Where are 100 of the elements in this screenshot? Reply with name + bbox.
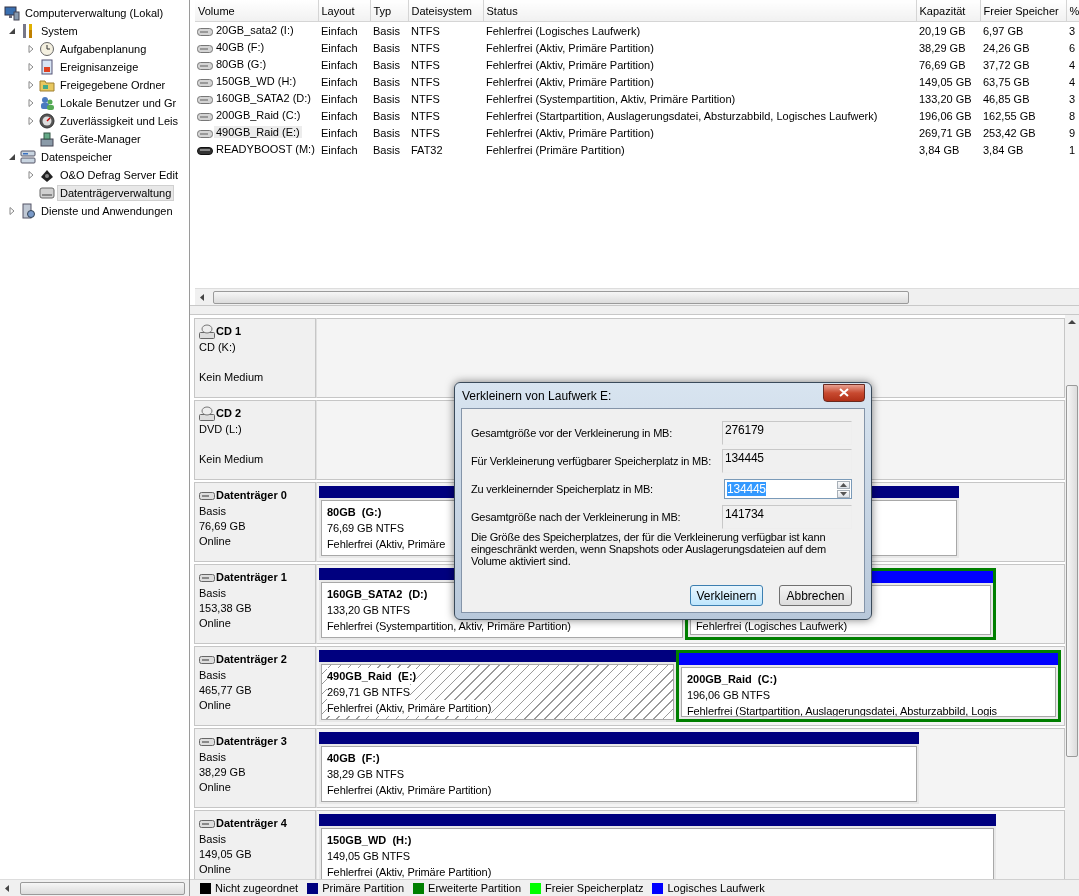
collapsed-arrow-icon[interactable] (27, 45, 35, 53)
table-cell[interactable]: READYBOOST (M:) (214, 143, 317, 156)
tree-item[interactable]: Aufgabenplanung (57, 41, 150, 57)
partition-size: 76,69 GB NTFS (327, 521, 404, 536)
collapsed-arrow-icon[interactable] (27, 99, 35, 107)
table-cell: Einfach (321, 109, 358, 122)
drive-icon (199, 817, 215, 829)
tree-item[interactable]: O&O Defrag Server Edit (57, 167, 181, 183)
spin-down-button[interactable] (837, 489, 850, 498)
table-cell: Basis (373, 92, 400, 105)
collapsed-arrow-icon[interactable] (27, 171, 35, 179)
partition-status: Fehlerfrei (Aktiv, Primäre (327, 537, 446, 552)
table-cell[interactable]: 40GB (F:) (214, 41, 267, 54)
table-cell: Basis (373, 126, 400, 139)
down-arrow-icon (840, 491, 847, 496)
table-cell[interactable]: 150GB_WD (H:) (214, 75, 299, 88)
tree-item[interactable]: Lokale Benutzer und Gr (57, 95, 180, 111)
services-icon (20, 203, 36, 219)
column-header[interactable]: Volume (198, 4, 235, 17)
tree-item[interactable]: Geräte-Manager (57, 131, 144, 147)
spin-up-button[interactable] (837, 480, 850, 489)
tree-item[interactable]: System (38, 23, 81, 39)
disk-size: 465,77 GB (199, 683, 253, 698)
drive-icon (197, 43, 213, 54)
tree-item[interactable]: Computerverwaltung (Lokal) (22, 5, 167, 21)
partition-size: 196,06 GB NTFS (686, 688, 770, 703)
partition-label: 490GB_Raid (E:) (327, 668, 417, 684)
table-cell: Einfach (321, 143, 358, 156)
scroll-thumb[interactable] (20, 882, 185, 895)
table-cell: Basis (373, 75, 400, 88)
field-label: Gesamtgröße nach der Verkleinerung in MB: (471, 511, 681, 523)
close-button[interactable] (823, 383, 865, 402)
table-cell[interactable]: 160GB_SATA2 (D:) (214, 92, 313, 105)
table-cell: 4 (1069, 75, 1076, 88)
table-cell: 3 (1069, 92, 1076, 105)
removable-drive-icon (197, 145, 213, 156)
collapsed-arrow-icon[interactable] (27, 81, 35, 89)
field-label: Zu verkleinernder Speicherplatz in MB: (471, 483, 653, 495)
table-cell: 6,97 GB (983, 24, 1024, 37)
expanded-arrow-icon[interactable] (8, 27, 16, 35)
collapsed-arrow-icon[interactable] (27, 63, 35, 71)
value-field: 134445 (722, 449, 852, 473)
table-cell: 162,55 GB (983, 109, 1036, 122)
disk-name: Datenträger 0 (216, 489, 287, 501)
value-field: 141734 (722, 505, 852, 529)
partition-label: 80GB (G:) (327, 505, 382, 520)
table-cell: 133,20 GB (919, 92, 972, 105)
collapsed-arrow-icon[interactable] (8, 207, 16, 215)
horizontal-scrollbar[interactable] (0, 879, 189, 896)
table-cell: Basis (373, 109, 400, 122)
partition-status: Fehlerfrei (Aktiv, Primäre Partition) (327, 783, 492, 798)
table-cell: 3,84 GB (919, 143, 960, 156)
disk-type: Basis (199, 586, 227, 601)
tree-item[interactable]: Dienste und Anwendungen (38, 203, 176, 219)
disk-drive: CD (K:) (199, 340, 237, 355)
collapsed-arrow-icon[interactable] (27, 117, 35, 125)
legend-label: Nicht zugeordnet (215, 882, 299, 894)
up-arrow-icon (840, 482, 847, 487)
table-cell: Basis (373, 41, 400, 54)
table-cell: NTFS (411, 92, 440, 105)
table-cell: 3,84 GB (983, 143, 1024, 156)
drive-icon (197, 26, 213, 37)
table-cell: 38,29 GB (919, 41, 966, 54)
table-cell[interactable]: 80GB (G:) (214, 58, 269, 71)
table-cell: Basis (373, 58, 400, 71)
table-cell: Fehlerfrei (Logisches Laufwerk) (486, 24, 641, 37)
table-cell: NTFS (411, 41, 440, 54)
partition-label: 150GB_WD (H:) (327, 833, 412, 848)
vertical-scrollbar[interactable] (1065, 315, 1079, 879)
scroll-thumb[interactable] (213, 291, 909, 304)
disk-status: Online (199, 862, 232, 877)
dialog-button[interactable]: Abbrechen (779, 585, 852, 606)
column-header[interactable]: Status (486, 4, 518, 17)
tree-item[interactable]: Datenspeicher (38, 149, 115, 165)
tree-item[interactable]: Zuverlässigkeit und Leis (57, 113, 181, 129)
dialog-title: Verkleinern von Laufwerk E: (462, 388, 612, 403)
tree-item[interactable]: Ereignisanzeige (57, 59, 142, 75)
disk-name: Datenträger 3 (216, 735, 287, 747)
drive-icon (199, 735, 215, 747)
drive-icon (199, 571, 215, 583)
table-cell[interactable]: 20GB_sata2 (I:) (214, 24, 296, 37)
table-cell: Fehlerfrei (Startpartition, Auslagerungsdatei, Absturzabbild, Logisches Laufwerk) (486, 109, 878, 122)
disk-size: 149,05 GB (199, 847, 253, 862)
table-cell[interactable]: 200GB_Raid (C:) (214, 109, 303, 122)
gauge-icon (39, 113, 55, 129)
expanded-arrow-icon[interactable] (8, 153, 16, 161)
table-cell: 9 (1069, 126, 1076, 139)
horizontal-scrollbar[interactable] (195, 288, 1079, 305)
clock-icon (39, 41, 55, 57)
table-cell: Einfach (321, 75, 358, 88)
table-cell: Einfach (321, 24, 358, 37)
drive-icon (197, 94, 213, 105)
close-icon (839, 388, 849, 397)
table-cell: 24,26 GB (983, 41, 1030, 54)
tree-item[interactable]: Freigegebene Ordner (57, 77, 169, 93)
dialog-button[interactable]: Verkleinern (690, 585, 763, 606)
table-cell: Einfach (321, 58, 358, 71)
scroll-thumb[interactable] (1066, 385, 1078, 757)
table-cell[interactable]: 490GB_Raid (E:) (214, 126, 302, 139)
tree-item[interactable]: Datenträgerverwaltung (57, 185, 175, 201)
